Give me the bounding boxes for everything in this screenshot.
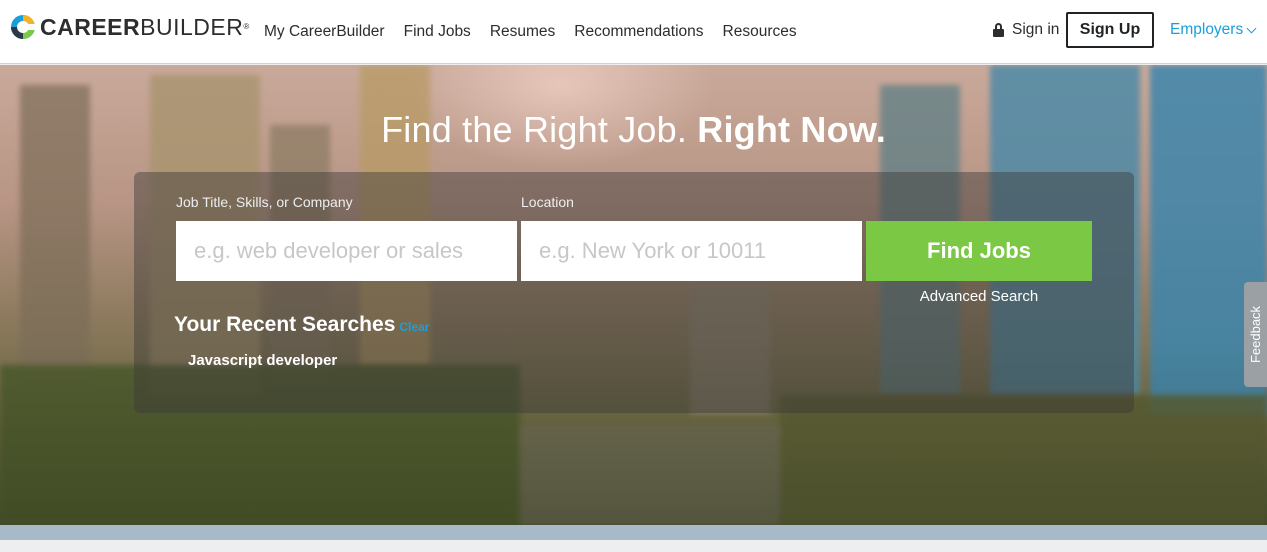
chevron-down-icon (1246, 23, 1257, 33)
content-area-top (0, 540, 1267, 552)
careerbuilder-logo[interactable]: CAREERBUILDER® (10, 14, 250, 40)
headline-light: Find the Right Job. (381, 109, 688, 150)
find-jobs-button[interactable]: Find Jobs (866, 221, 1092, 281)
employers-dropdown[interactable]: Employers (1170, 21, 1257, 39)
location-label: Location (521, 194, 574, 210)
recent-searches-heading: Your Recent Searches Clear (174, 313, 429, 337)
job-search-panel: Job Title, Skills, or Company Location F… (134, 172, 1134, 413)
feedback-tab[interactable]: Feedback (1244, 282, 1267, 387)
location-input[interactable] (521, 221, 862, 281)
registered-mark: ® (243, 22, 250, 31)
sign-in-label: Sign in (1012, 21, 1060, 38)
hero-headline: Find the Right Job. Right Now. (0, 109, 1267, 151)
nav-my-careerbuilder[interactable]: My CareerBuilder (264, 23, 385, 41)
hero-section: Find the Right Job. Right Now. Job Title… (0, 65, 1267, 525)
nav-find-jobs[interactable]: Find Jobs (404, 23, 471, 41)
nav-resources[interactable]: Resources (723, 23, 797, 41)
logo-wordmark: CAREERBUILDER® (40, 14, 250, 40)
nav-resumes[interactable]: Resumes (490, 23, 555, 41)
logo-wordmark-bold: CAREER (40, 14, 141, 40)
clear-recent-link[interactable]: Clear (399, 320, 429, 334)
recent-searches-title: Your Recent Searches (174, 313, 396, 336)
careerbuilder-logo-icon (11, 15, 35, 39)
site-header: CAREERBUILDER® My CareerBuilder Find Job… (0, 0, 1267, 64)
keyword-label: Job Title, Skills, or Company (176, 194, 353, 210)
headline-bold: Right Now. (697, 109, 886, 150)
sign-in-link[interactable]: Sign in (993, 21, 1059, 39)
lock-icon (993, 23, 1004, 37)
advanced-search-link[interactable]: Advanced Search (866, 288, 1092, 305)
sign-up-button[interactable]: Sign Up (1066, 12, 1154, 48)
employers-label: Employers (1170, 21, 1244, 38)
recent-search-item[interactable]: Javascript developer (188, 352, 337, 369)
nav-recommendations[interactable]: Recommendations (574, 23, 703, 41)
section-divider (0, 525, 1267, 540)
logo-wordmark-light: BUILDER (140, 14, 244, 40)
main-nav: My CareerBuilder Find Jobs Resumes Recom… (264, 0, 816, 64)
keyword-input[interactable] (176, 221, 517, 281)
feedback-label: Feedback (1248, 305, 1263, 364)
